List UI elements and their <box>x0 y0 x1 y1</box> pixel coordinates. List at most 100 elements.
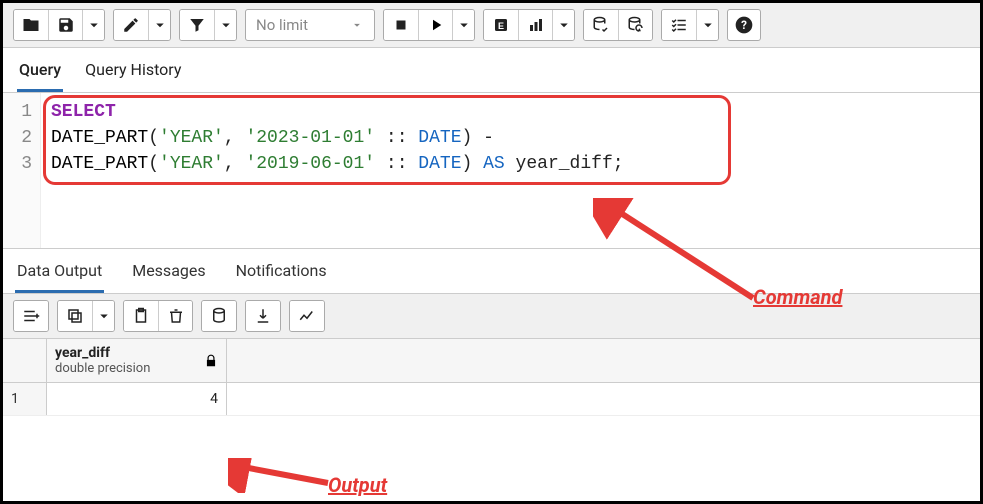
add-row-button[interactable] <box>14 301 48 331</box>
fn-datepart: DATE_PART <box>51 128 148 148</box>
folder-icon <box>22 16 40 34</box>
macros-group <box>661 9 719 41</box>
filter-group <box>179 9 237 41</box>
keyword-select: SELECT <box>51 102 116 122</box>
arg-year: 'YEAR' <box>159 154 224 174</box>
edit-group <box>113 9 171 41</box>
txn-group <box>583 9 653 41</box>
tab-data-output[interactable]: Data Output <box>15 257 104 293</box>
chevron-down-icon <box>151 16 169 34</box>
save-data-group <box>201 300 237 332</box>
add-row-group <box>13 300 49 332</box>
tab-notifications[interactable]: Notifications <box>234 257 329 293</box>
chevron-down-icon <box>217 16 235 34</box>
open-button[interactable] <box>14 10 48 40</box>
query-tabs: Query Query History <box>3 48 980 93</box>
line-number: 3 <box>3 151 32 177</box>
exec-group <box>383 9 475 41</box>
rollback-button[interactable] <box>618 10 652 40</box>
row-number: 1 <box>3 383 47 415</box>
annotation-output: Output <box>328 473 387 497</box>
limit-label: No limit <box>256 16 308 34</box>
graph-button[interactable] <box>290 301 324 331</box>
chevron-down-icon <box>455 16 473 34</box>
graph-group <box>289 300 325 332</box>
column-type: double precision <box>55 361 150 376</box>
run-dropdown[interactable] <box>452 10 474 40</box>
arg-date2: '2019-06-01' <box>245 154 375 174</box>
download-group <box>245 300 281 332</box>
macros-button[interactable] <box>662 10 696 40</box>
fn-datepart: DATE_PART <box>51 154 148 174</box>
filter-dropdown[interactable] <box>214 10 236 40</box>
analyze-dropdown[interactable] <box>552 10 574 40</box>
arrow-output <box>228 458 338 493</box>
download-icon <box>254 307 272 325</box>
tab-query[interactable]: Query <box>17 56 63 92</box>
table-row[interactable]: 1 4 <box>3 383 980 416</box>
chevron-down-icon <box>85 16 103 34</box>
chevron-down-icon <box>699 16 717 34</box>
caret-down-icon <box>350 18 364 32</box>
arg-year: 'YEAR' <box>159 128 224 148</box>
column-header[interactable]: year_diff double precision <box>47 339 227 382</box>
line-number: 1 <box>3 99 32 125</box>
line-chart-icon <box>298 307 316 325</box>
explain-icon: E <box>492 16 510 34</box>
explain-button[interactable]: E <box>484 10 518 40</box>
keyword-as: AS <box>483 154 505 174</box>
line-number: 2 <box>3 125 32 151</box>
main-toolbar: No limit E ? <box>3 3 980 48</box>
database-check-icon <box>592 16 610 34</box>
database-save-icon <box>210 307 228 325</box>
code-area[interactable]: SELECT DATE_PART('YEAR', '2023-01-01' ::… <box>41 93 980 248</box>
tab-query-history[interactable]: Query History <box>83 56 183 92</box>
help-button[interactable]: ? <box>727 9 761 41</box>
output-tabs: Data Output Messages Notifications <box>3 248 980 294</box>
filter-icon <box>188 16 206 34</box>
app-frame: No limit E ? Query Query History <box>0 0 983 504</box>
delete-button[interactable] <box>158 301 192 331</box>
alias: year_diff; <box>505 154 624 174</box>
chevron-down-icon <box>555 16 573 34</box>
explain-group: E <box>483 9 575 41</box>
stop-icon <box>392 16 410 34</box>
copy-dropdown[interactable] <box>92 301 114 331</box>
macros-dropdown[interactable] <box>696 10 718 40</box>
paste-delete-group <box>123 300 193 332</box>
output-toolbar <box>3 294 980 339</box>
keyword-date: DATE <box>418 128 461 148</box>
list-check-icon <box>670 16 688 34</box>
stop-button[interactable] <box>384 10 418 40</box>
keyword-date: DATE <box>418 154 461 174</box>
cast-op: :: <box>386 128 418 148</box>
filter-button[interactable] <box>180 10 214 40</box>
sql-editor[interactable]: 1 2 3 SELECT DATE_PART('YEAR', '2023-01-… <box>3 93 980 248</box>
trash-icon <box>167 307 185 325</box>
edit-button[interactable] <box>114 10 148 40</box>
edit-dropdown[interactable] <box>148 10 170 40</box>
download-button[interactable] <box>246 301 280 331</box>
grid-header: year_diff double precision <box>3 339 980 383</box>
svg-text:E: E <box>498 21 504 31</box>
chevron-down-icon <box>95 307 113 325</box>
copy-button[interactable] <box>58 301 92 331</box>
lock-icon <box>204 354 218 368</box>
svg-text:?: ? <box>741 18 747 32</box>
line-gutter: 1 2 3 <box>3 93 41 248</box>
minus: - <box>472 128 494 148</box>
analyze-button[interactable] <box>518 10 552 40</box>
save-data-button[interactable] <box>202 301 236 331</box>
save-button[interactable] <box>48 10 82 40</box>
commit-button[interactable] <box>584 10 618 40</box>
rownum-header <box>3 339 47 382</box>
play-icon <box>427 16 445 34</box>
limit-select[interactable]: No limit <box>245 9 375 41</box>
arg-date1: '2023-01-01' <box>245 128 375 148</box>
save-dropdown[interactable] <box>82 10 104 40</box>
pencil-icon <box>122 16 140 34</box>
clipboard-icon <box>132 307 150 325</box>
run-button[interactable] <box>418 10 452 40</box>
paste-button[interactable] <box>124 301 158 331</box>
tab-messages[interactable]: Messages <box>130 257 207 293</box>
